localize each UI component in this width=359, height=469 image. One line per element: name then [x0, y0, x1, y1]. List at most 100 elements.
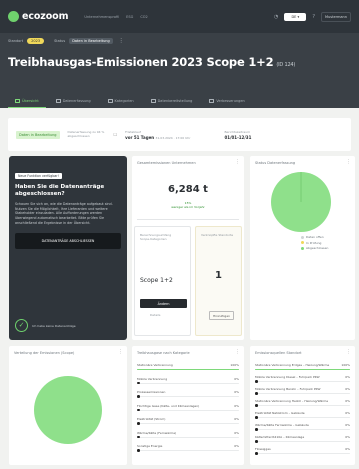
- scope-details-link[interactable]: Details: [150, 313, 160, 317]
- bar-row[interactable]: Elektrizität (Strom) 0%: [137, 417, 239, 431]
- bar-row[interactable]: Sonstige Energie 0%: [137, 444, 239, 458]
- scope-card: Berechnungsumfang Scope-Kategorien Scope…: [134, 226, 191, 336]
- bar-track: [255, 392, 350, 395]
- bar-marker: [255, 380, 258, 383]
- legend-item: Daten offen: [301, 235, 328, 239]
- promo-tag: Neue Funktion verfügbar!: [15, 173, 62, 179]
- bar-row[interactable]: Flüchtige Gase (Kälte- und Klimaanlagen)…: [137, 404, 239, 418]
- tab-data-entry[interactable]: Datenerfassung: [49, 94, 98, 108]
- bar-label: Mobile Verbrennung Benzin – Fuhrpark PKW: [255, 387, 321, 391]
- bar-value: 0%: [345, 399, 350, 403]
- more-icon[interactable]: ⋮: [235, 159, 240, 165]
- breadcrumb-label: Standort: [8, 39, 24, 43]
- bar-value: 0%: [234, 444, 239, 448]
- bar-row[interactable]: Mobile Verbrennung 0%: [137, 377, 239, 391]
- bar-row[interactable]: Flüssiggas 0%: [255, 447, 350, 461]
- tab-overview[interactable]: Übersicht: [8, 94, 46, 108]
- add-location-button[interactable]: Hinzufügen: [209, 311, 235, 320]
- bar-label: Kältemittel R410A – Klimaanlage: [255, 435, 305, 439]
- top-nav: ecozoom Unternehmensprofil ESG CO2 ◔ DE …: [0, 0, 359, 33]
- bar-track: [137, 449, 239, 452]
- list-icon: [107, 99, 113, 103]
- check-circle-icon[interactable]: ✓: [15, 319, 28, 332]
- more-icon[interactable]: ⋮: [235, 349, 240, 355]
- nav-link-profile[interactable]: Unternehmensprofil: [84, 15, 119, 19]
- tab-data-provision[interactable]: Datenbereitstellung: [144, 94, 200, 108]
- complete-requests-button[interactable]: DATENANTRÄGE ABSCHLIESSEN: [15, 233, 121, 250]
- locations-label: Verknüpfte Standorte: [201, 233, 234, 237]
- breadcrumb-more-icon[interactable]: ⋮: [119, 39, 124, 44]
- status-badge: Daten in Bearbeitung: [16, 130, 60, 139]
- logo-icon: [8, 11, 19, 22]
- locations-card: Verknüpfte Standorte 1 Hinzufügen: [195, 226, 242, 336]
- page-header: Standort 2023 Status Daten in Bearbeitun…: [0, 33, 359, 108]
- bar-label: Elektrizität (Strom): [137, 417, 166, 421]
- bar-row[interactable]: Stationäre Verbrennung 100%: [137, 363, 239, 377]
- status-pill[interactable]: Daten in Bearbeitung: [69, 38, 113, 44]
- status-bar: Daten in Bearbeitung Datenerfassung zu 9…: [8, 118, 351, 151]
- checkbox-icon[interactable]: ☐: [114, 132, 118, 137]
- bar-label: Sonstige Energie: [137, 444, 163, 448]
- nav-right: ◔ DE ▾ ? Mustermann: [274, 11, 351, 22]
- distribution-card: Verteilung der Emissionen (Scope) ⋮: [9, 346, 127, 465]
- bar-marker: [255, 392, 258, 395]
- bar-value: 0%: [345, 447, 350, 451]
- divider: [137, 219, 239, 220]
- bar-row[interactable]: Prozessemissionen 0%: [137, 390, 239, 404]
- bar-label: Stationäre Verbrennung Heizöl – Heizung/…: [255, 399, 329, 403]
- scope-value: Scope 1+2: [140, 277, 173, 284]
- bar-row[interactable]: Wärme/Kälte (Fernwärme) 0%: [137, 431, 239, 445]
- bar-value: 0%: [345, 387, 350, 391]
- bar-fill: [137, 369, 239, 371]
- bar-value: 100%: [341, 363, 350, 367]
- language-select[interactable]: DE ▾: [284, 12, 307, 21]
- change-scope-button[interactable]: Ändern: [140, 299, 187, 308]
- bar-track: [137, 435, 239, 439]
- bar-track: [137, 408, 239, 412]
- bar-marker: [255, 428, 258, 431]
- bell-icon[interactable]: ◔: [274, 14, 278, 20]
- nav-link-co2[interactable]: CO2: [140, 15, 147, 19]
- bar-label: Mobile Verbrennung Diesel – Fuhrpark PKW: [255, 375, 320, 379]
- bar-value: 0%: [345, 375, 350, 379]
- bar-track: [255, 404, 350, 407]
- bar-value: 0%: [234, 376, 239, 381]
- bar-label: Wärme/Kälte Fernwärme – Gebäude: [255, 423, 309, 427]
- logo[interactable]: ecozoom: [8, 11, 68, 22]
- tab-improvements[interactable]: Verbesserungen: [202, 94, 251, 108]
- user-menu-button[interactable]: Mustermann: [321, 11, 351, 22]
- year-pill[interactable]: 2023: [27, 38, 45, 44]
- legend-item: Abgeschlossen: [301, 246, 328, 250]
- bar-label: Stationäre Verbrennung: [137, 363, 173, 367]
- promo-card: Neue Funktion verfügbar! Haben Sie die D…: [9, 156, 127, 340]
- page-title-id: (ID 124): [276, 62, 296, 68]
- bar-track: [255, 416, 350, 419]
- share-icon: [150, 99, 156, 103]
- bar-marker: [255, 440, 258, 443]
- emissions-card-title: Gesamtemissionen Unternehmen: [137, 161, 196, 165]
- bar-marker: [255, 452, 258, 455]
- distribution-pie: [34, 376, 102, 444]
- pie-slice-scope: [34, 376, 102, 444]
- more-icon[interactable]: ⋮: [346, 349, 351, 355]
- bar-marker: [137, 381, 140, 385]
- period-value: 01/01-12/31: [224, 134, 252, 140]
- page-title: Treibhausgas-Emissionen 2023 Scope 1+2 (I…: [8, 55, 351, 69]
- help-icon[interactable]: ?: [312, 14, 315, 20]
- bar-label: Elektrizität Netzstrom – Gebäude: [255, 411, 305, 415]
- bar-track: [137, 369, 239, 371]
- legend-item: In Prüfung: [301, 241, 328, 245]
- period-label: Berichtszeitraum: [224, 129, 251, 134]
- tab-categories[interactable]: Kategorien: [101, 94, 141, 108]
- sources-card: Emissionsquellen Standort ⋮ Stationäre V…: [250, 346, 355, 465]
- bar-value: 0%: [234, 417, 239, 421]
- bar-label: Prozessemissionen: [137, 390, 166, 394]
- promo-footer-label: Ich habe keine Datenanträge: [32, 323, 76, 328]
- emissions-change: 15% weniger als im Vorjahr: [171, 201, 205, 210]
- period-meta: Berichtszeitraum 01/01-12/31: [225, 130, 252, 140]
- bar-track: [255, 428, 350, 431]
- nav-link-esg[interactable]: ESG: [126, 15, 133, 19]
- emissions-card: Gesamtemissionen Unternehmen ⋮ 6,284 t 1…: [132, 156, 244, 340]
- breadcrumb: Standort 2023 Status Daten in Bearbeitun…: [8, 38, 351, 44]
- bar-label: Mobile Verbrennung: [137, 376, 168, 381]
